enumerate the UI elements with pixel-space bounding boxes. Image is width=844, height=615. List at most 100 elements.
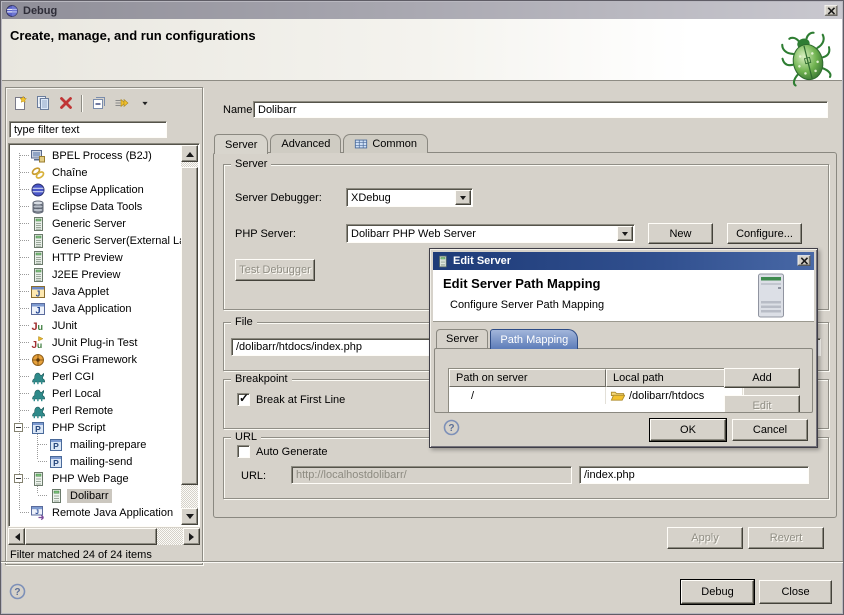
chevron-down-icon[interactable]	[617, 226, 633, 241]
local-path-value: /dolibarr/htdocs	[629, 390, 704, 402]
database-icon	[30, 199, 46, 215]
scroll-up-icon[interactable]	[181, 145, 198, 162]
php-server-select[interactable]: Dolibarr PHP Web Server	[346, 224, 635, 243]
dialog-tab-server[interactable]: Server	[436, 329, 488, 348]
tree-item-java-applet[interactable]: JJava Applet	[10, 283, 182, 300]
sidebar: BPEL Process (B2J) ChaîneEclipse Applicat…	[5, 87, 203, 565]
tree-item-eclipse-data-tools[interactable]: Eclipse Data Tools	[10, 198, 182, 215]
auto-generate-checkbox[interactable]	[237, 445, 250, 458]
new-configuration-icon[interactable]	[9, 93, 30, 114]
url-path-input[interactable]	[579, 466, 809, 484]
tree-item-php-web-page[interactable]: PHP Web Page	[10, 470, 182, 487]
break-first-line-checkbox[interactable]	[237, 393, 250, 406]
scrollbar-thumb[interactable]	[181, 167, 198, 485]
tree-item-java-application[interactable]: JJava Application	[10, 300, 182, 317]
configure-button[interactable]: Configure...	[727, 223, 802, 244]
junit-plugin-icon: Ju	[30, 335, 46, 351]
tree-item-label: Chaîne	[49, 166, 90, 180]
php-server-icon	[48, 488, 64, 504]
tree-item-label: Java Applet	[49, 285, 112, 299]
test-debugger-button[interactable]: Test Debugger	[235, 259, 315, 281]
tab-common[interactable]: Common	[343, 134, 428, 153]
cancel-button[interactable]: Cancel	[732, 419, 808, 441]
svg-text:J: J	[35, 305, 40, 315]
tree-item-mailing-send[interactable]: Pmailing-send	[10, 453, 182, 470]
eclipse-icon	[5, 4, 19, 18]
help-icon[interactable]: ?	[9, 583, 27, 601]
scrollbar-thumb[interactable]	[25, 528, 157, 545]
edit-button[interactable]: Edit	[724, 395, 800, 413]
delete-icon[interactable]	[55, 93, 76, 114]
close-icon[interactable]	[798, 255, 811, 265]
tree-horizontal-scrollbar[interactable]	[8, 528, 200, 545]
tree-vertical-scrollbar[interactable]	[181, 145, 198, 525]
tree-item-label: PHP Script	[49, 421, 109, 435]
filter-launch-icon[interactable]	[111, 93, 132, 114]
column-header-path-on-server[interactable]: Path on server	[449, 369, 606, 387]
tree-item-junit[interactable]: JuJUnit	[10, 317, 182, 334]
tree-item-j2ee-preview[interactable]: J2EE Preview	[10, 266, 182, 283]
dialog-heading: Edit Server Path Mapping	[443, 276, 600, 291]
tree-item-cha-ne[interactable]: Chaîne	[10, 164, 182, 181]
table-header: Path on serverLocal path	[449, 369, 743, 387]
tree-item-label: Eclipse Data Tools	[49, 200, 145, 214]
add-button[interactable]: Add	[724, 368, 800, 388]
filter-input[interactable]	[9, 121, 167, 138]
tree-item-generic-server-external-lau[interactable]: Generic Server(External Lau	[10, 232, 182, 249]
tab-advanced[interactable]: Advanced	[270, 134, 341, 153]
server-debugger-select[interactable]: XDebug	[346, 188, 473, 207]
tree-item-remote-java-application[interactable]: JRemote Java Application	[10, 504, 182, 521]
svg-text:u: u	[38, 322, 44, 332]
tree-item-php-script[interactable]: PPHP Script	[10, 419, 182, 436]
tree-item-generic-server[interactable]: Generic Server	[10, 215, 182, 232]
svg-text:?: ?	[14, 587, 20, 598]
scroll-right-icon[interactable]	[183, 528, 200, 545]
new-button[interactable]: New	[648, 223, 713, 244]
tree-item-perl-remote[interactable]: Perl Remote	[10, 402, 182, 419]
folder-icon	[610, 388, 626, 404]
help-icon[interactable]: ?	[443, 419, 461, 437]
tree-item-eclipse-application[interactable]: Eclipse Application	[10, 181, 182, 198]
ok-button[interactable]: OK	[650, 419, 726, 441]
column-header-local-path[interactable]: Local path	[606, 369, 743, 387]
revert-button[interactable]: Revert	[748, 527, 824, 549]
tree-item-perl-cgi[interactable]: Perl CGI	[10, 368, 182, 385]
path-mapping-row[interactable]: //dolibarr/htdocs	[449, 387, 743, 404]
close-button[interactable]: Close	[759, 580, 832, 604]
tab-server[interactable]: Server	[214, 134, 268, 154]
scroll-left-icon[interactable]	[8, 528, 25, 545]
tree-item-bpel-process-b2j[interactable]: BPEL Process (B2J)	[10, 147, 182, 164]
collapse-all-icon[interactable]	[88, 93, 109, 114]
apply-button[interactable]: Apply	[667, 527, 743, 549]
auto-generate-label: Auto Generate	[256, 446, 328, 458]
duplicate-icon[interactable]	[32, 93, 53, 114]
close-icon[interactable]	[825, 5, 838, 15]
tree-item-perl-local[interactable]: Perl Local	[10, 385, 182, 402]
server-debugger-value: XDebug	[351, 192, 391, 204]
window-titlebar: Debug	[2, 2, 842, 19]
debug-button[interactable]: Debug	[681, 580, 754, 604]
scroll-down-icon[interactable]	[181, 508, 198, 525]
collapse-expander-icon[interactable]	[14, 474, 23, 483]
menu-dropdown-icon[interactable]	[134, 93, 155, 114]
dialog-tab-path-mapping[interactable]: Path Mapping	[490, 329, 578, 349]
footer-divider	[1, 561, 843, 563]
junit-icon: Ju	[30, 318, 46, 334]
tree-item-mailing-prepare[interactable]: Pmailing-prepare	[10, 436, 182, 453]
local-path-cell: /dolibarr/htdocs	[606, 387, 743, 404]
collapse-expander-icon[interactable]	[14, 423, 23, 432]
table-icon	[354, 137, 368, 151]
tree-item-junit-plug-in-test[interactable]: JuJUnit Plug-in Test	[10, 334, 182, 351]
path-mapping-tab-content: Path on serverLocal path //dolibarr/htdo…	[434, 348, 813, 413]
eclipse-sphere-icon	[30, 182, 46, 198]
tree-item-http-preview[interactable]: HTTP Preview	[10, 249, 182, 266]
chevron-down-icon[interactable]	[455, 190, 471, 205]
tree-item-label: Perl Local	[49, 387, 104, 401]
config-tabs: ServerAdvancedCommon	[214, 134, 428, 154]
tree-item-label: Perl Remote	[49, 404, 116, 418]
tree-item-label: OSGi Framework	[49, 353, 140, 367]
tree-item-dolibarr[interactable]: Dolibarr	[10, 487, 182, 504]
tree-item-osgi-framework[interactable]: OSGi Framework	[10, 351, 182, 368]
name-input[interactable]	[253, 101, 828, 118]
toolbar-separator	[81, 95, 83, 112]
